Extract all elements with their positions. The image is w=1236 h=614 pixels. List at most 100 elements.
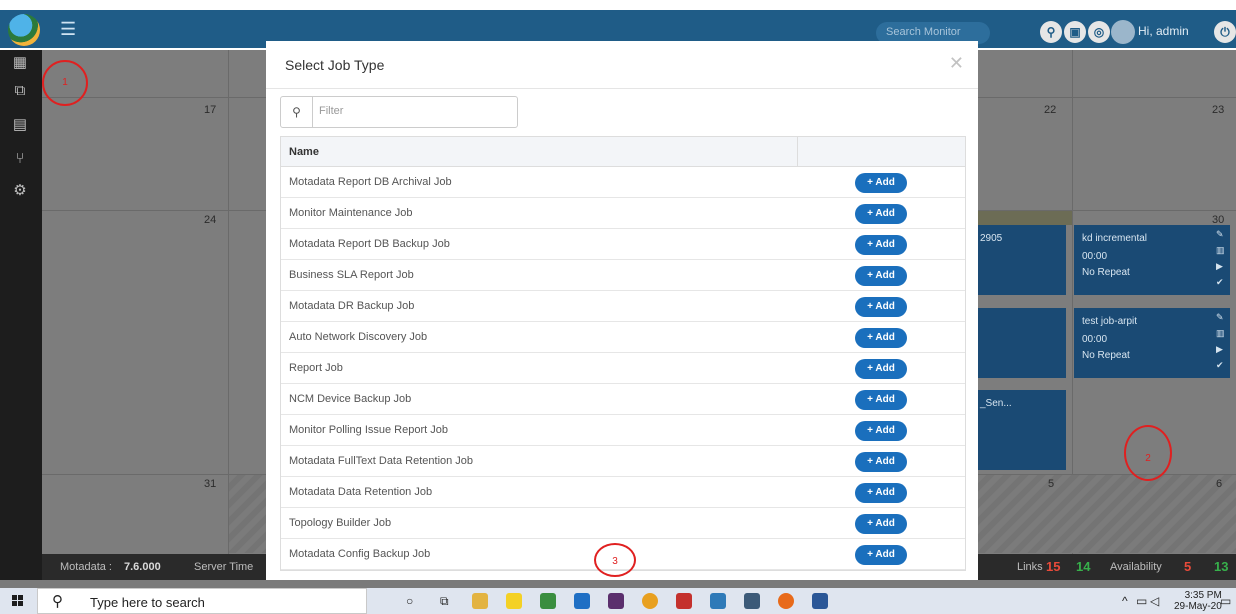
- help-lifebuoy-icon[interactable]: ◎: [1088, 21, 1110, 43]
- word-icon[interactable]: [812, 593, 828, 609]
- gear-icon[interactable]: ⚙: [9, 180, 31, 202]
- calendar-date: 31: [204, 478, 217, 490]
- play-icon[interactable]: ▶: [1216, 261, 1226, 272]
- calendar-date: 23: [1212, 104, 1225, 116]
- taskbar-search-box[interactable]: ⚲ Type here to search: [37, 588, 367, 614]
- column-header-name[interactable]: Name: [289, 146, 319, 158]
- calendar-event[interactable]: 2905: [978, 225, 1066, 295]
- cortana-icon[interactable]: ○: [406, 594, 413, 608]
- add-job-button[interactable]: + Add: [855, 204, 907, 224]
- windows-start-icon[interactable]: [12, 595, 24, 607]
- left-sidebar: ▦ ⧉ ▤ ⑂ ⚙: [0, 50, 42, 580]
- job-name: Motadata Report DB Archival Job: [289, 176, 452, 188]
- job-name: NCM Device Backup Job: [289, 393, 412, 405]
- filter-field[interactable]: ⚲ Filter: [280, 96, 518, 128]
- security-app-icon[interactable]: [676, 593, 692, 609]
- add-job-button[interactable]: + Add: [855, 514, 907, 534]
- copy-jobs-icon[interactable]: ⧉: [9, 80, 31, 102]
- add-job-button[interactable]: + Add: [855, 390, 907, 410]
- edit-icon[interactable]: ✎: [1216, 312, 1226, 323]
- table-row: Topology Builder Job + Add: [281, 508, 965, 539]
- battery-icon[interactable]: ▭: [1136, 594, 1147, 608]
- add-job-button[interactable]: + Add: [855, 359, 907, 379]
- table-row: Motadata Report DB Archival Job + Add: [281, 167, 965, 198]
- delete-icon[interactable]: ▥: [1216, 328, 1226, 339]
- volume-icon[interactable]: ◁: [1150, 594, 1159, 608]
- table-row: Report Job + Add: [281, 353, 965, 384]
- links-up-count[interactable]: 14: [1076, 559, 1090, 574]
- play-icon[interactable]: ▶: [1216, 344, 1226, 355]
- avatar[interactable]: [1111, 20, 1135, 44]
- add-job-button[interactable]: + Add: [855, 545, 907, 565]
- notification-icon[interactable]: ▭: [1220, 594, 1231, 608]
- availability-down-count[interactable]: 5: [1184, 559, 1191, 574]
- calendar-grid-icon[interactable]: ▦: [9, 52, 31, 74]
- add-job-button[interactable]: + Add: [855, 266, 907, 286]
- annotation-circle-1: 1: [42, 60, 88, 106]
- job-name: Monitor Polling Issue Report Job: [289, 424, 448, 436]
- job-name: Report Job: [289, 362, 343, 374]
- links-down-count[interactable]: 15: [1046, 559, 1060, 574]
- event-repeat: No Repeat: [1082, 267, 1130, 278]
- calendar-date: 6: [1216, 478, 1223, 490]
- add-job-button[interactable]: + Add: [855, 483, 907, 503]
- search-icon[interactable]: ⚲: [1040, 21, 1062, 43]
- availability-up-count[interactable]: 13: [1214, 559, 1228, 574]
- image-app-icon[interactable]: [540, 593, 556, 609]
- job-name: Auto Network Discovery Job: [289, 331, 428, 343]
- tray-chevron-icon[interactable]: ^: [1122, 594, 1128, 608]
- calendar-event[interactable]: kd incremental 00:00 No Repeat ✎ ▥ ▶ ✔: [1074, 225, 1230, 295]
- remote-desktop-icon[interactable]: [744, 593, 760, 609]
- chrome-icon[interactable]: [642, 593, 658, 609]
- table-header: Name: [281, 137, 965, 167]
- add-job-button[interactable]: + Add: [855, 328, 907, 348]
- file-explorer-icon[interactable]: [472, 593, 488, 609]
- edit-icon[interactable]: ✎: [1216, 229, 1226, 240]
- calendar-event[interactable]: test job-arpit 00:00 No Repeat ✎ ▥ ▶ ✔: [1074, 308, 1230, 378]
- user-greeting[interactable]: Hi, admin: [1138, 24, 1189, 38]
- close-icon[interactable]: ✕: [949, 53, 964, 74]
- hamburger-menu-icon[interactable]: ☰: [60, 20, 76, 38]
- table-row: Motadata Report DB Backup Job + Add: [281, 229, 965, 260]
- add-job-button[interactable]: + Add: [855, 297, 907, 317]
- task-view-icon[interactable]: ⧉: [440, 594, 449, 609]
- slack-icon[interactable]: [608, 593, 624, 609]
- server-time-label: Server Time: [194, 561, 254, 573]
- taskbar-clock[interactable]: 3:35 PM 29-May-20: [1174, 590, 1222, 612]
- table-row: Motadata DR Backup Job + Add: [281, 291, 965, 322]
- check-icon[interactable]: ✔: [1216, 360, 1226, 371]
- modal-title: Select Job Type: [285, 57, 385, 73]
- modal-header: Select Job Type ✕: [266, 41, 978, 89]
- job-name: Topology Builder Job: [289, 517, 392, 529]
- document-icon[interactable]: ▤: [9, 114, 31, 136]
- links-label: Links: [1017, 561, 1043, 573]
- event-repeat: No Repeat: [1082, 350, 1130, 361]
- table-row: Monitor Polling Issue Report Job + Add: [281, 415, 965, 446]
- taskbar-search-text: Type here to search: [90, 595, 205, 610]
- calendar-event[interactable]: [978, 308, 1066, 378]
- calendar-date: 24: [204, 214, 217, 226]
- job-name: Monitor Maintenance Job: [289, 207, 413, 219]
- camera-icon[interactable]: ▣: [1064, 21, 1086, 43]
- availability-label: Availability: [1110, 561, 1162, 573]
- calendar-hatched-cell: [229, 475, 271, 553]
- table-row: Motadata Data Retention Job + Add: [281, 477, 965, 508]
- job-type-table: Name Motadata Report DB Archival Job + Ad…: [280, 136, 966, 571]
- add-job-button[interactable]: + Add: [855, 235, 907, 255]
- add-job-button[interactable]: + Add: [855, 421, 907, 441]
- outlook-icon[interactable]: [574, 593, 590, 609]
- branch-icon[interactable]: ⑂: [9, 148, 31, 170]
- delete-icon[interactable]: ▥: [1216, 245, 1226, 256]
- sticky-notes-icon[interactable]: [506, 593, 522, 609]
- annotation-circle-3: 3: [594, 543, 636, 577]
- power-icon[interactable]: ⏻: [1214, 21, 1236, 43]
- app-logo[interactable]: [8, 14, 40, 46]
- network-app-icon[interactable]: [710, 593, 726, 609]
- check-icon[interactable]: ✔: [1216, 277, 1226, 288]
- calendar-event[interactable]: _Sen...: [978, 390, 1066, 470]
- add-job-button[interactable]: + Add: [855, 173, 907, 193]
- event-header-strip: [978, 211, 1072, 225]
- add-job-button[interactable]: + Add: [855, 452, 907, 472]
- filter-input[interactable]: Filter: [319, 105, 343, 117]
- firefox-icon[interactable]: [778, 593, 794, 609]
